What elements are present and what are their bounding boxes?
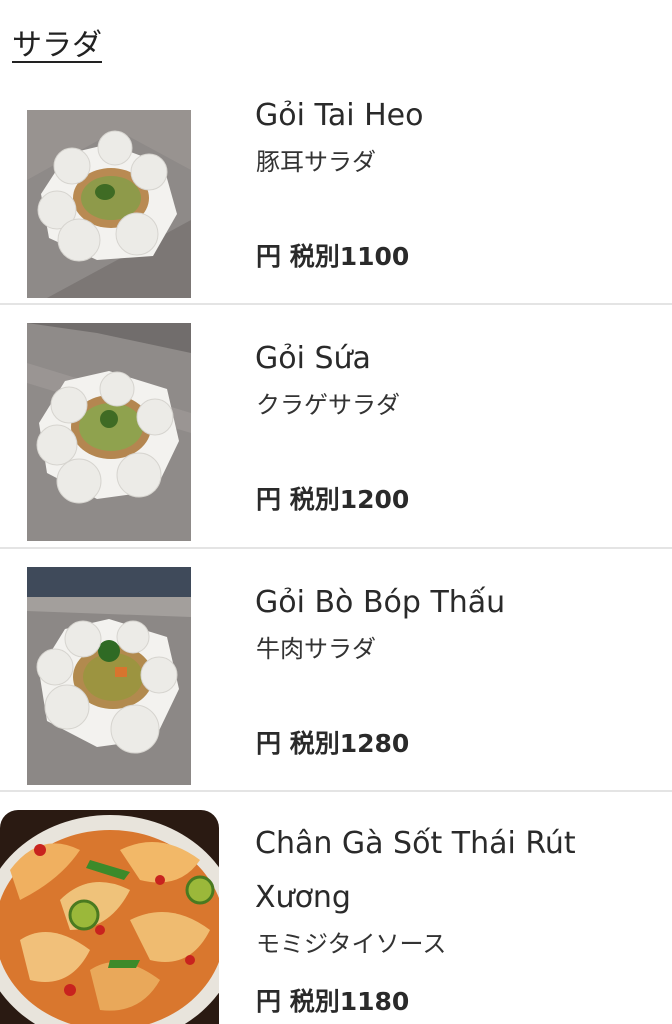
section-header: サラダ	[12, 26, 102, 70]
menu-item[interactable]: Gỏi Tai Heo 豚耳サラダ 円 税別1100	[0, 70, 672, 304]
dish-price: 円 税別1280	[256, 729, 410, 758]
dish-photo	[27, 110, 191, 298]
dish-name-vietnamese-line1: Chân Gà Sốt Thái Rút	[255, 826, 576, 861]
dish-name-japanese: クラゲサラダ	[256, 391, 400, 419]
dish-photo	[27, 567, 191, 785]
dish-name-vietnamese: Gỏi Sứa	[255, 341, 371, 376]
dish-price: 円 税別1180	[256, 987, 410, 1016]
dish-name-vietnamese-line2: Xương	[255, 880, 351, 915]
menu-item[interactable]: Chân Gà Sốt Thái Rút Xương モミジタイソース 円 税別…	[0, 792, 672, 1024]
dish-price: 円 税別1200	[256, 485, 410, 514]
dish-name-vietnamese: Gỏi Tai Heo	[255, 98, 424, 133]
dish-name-japanese: 牛肉サラダ	[256, 635, 376, 663]
menu-item[interactable]: Gỏi Bò Bóp Thấu 牛肉サラダ 円 税別1280	[0, 549, 672, 791]
dish-photo	[27, 323, 191, 541]
dish-name-japanese: 豚耳サラダ	[256, 148, 376, 176]
dish-price: 円 税別1100	[256, 242, 410, 271]
menu-page: サラダ Gỏi Tai Heo 豚耳サラダ 円 税別1100 Gỏi Sứa ク…	[0, 0, 672, 1024]
dish-name-vietnamese: Gỏi Bò Bóp Thấu	[255, 585, 506, 620]
section-title[interactable]: サラダ	[12, 28, 102, 63]
dish-name-japanese: モミジタイソース	[256, 930, 447, 958]
menu-item[interactable]: Gỏi Sứa クラゲサラダ 円 税別1200	[0, 305, 672, 547]
